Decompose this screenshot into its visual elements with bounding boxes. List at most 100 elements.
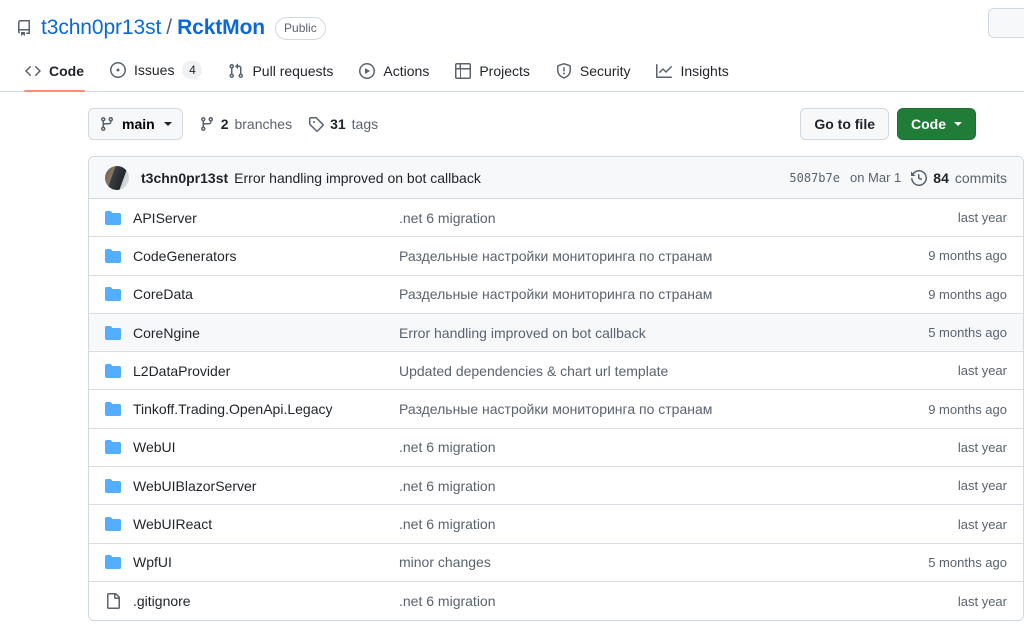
file-name-link[interactable]: WebUIReact [133, 516, 399, 532]
file-commit-message[interactable]: .net 6 migration [399, 516, 958, 532]
file-name-link[interactable]: CodeGenerators [133, 248, 399, 264]
commit-message[interactable]: Error handling improved on bot callback [234, 170, 481, 186]
file-commit-message[interactable]: minor changes [399, 554, 928, 570]
commit-sha[interactable]: 5087b7e [789, 171, 840, 185]
table-icon [455, 63, 472, 79]
repo-content: main 2 branches 31 tags Go to file Code … [0, 92, 1024, 622]
repo-owner-link[interactable]: t3chn0pr13st [41, 16, 161, 40]
commits-label: commits [954, 169, 1007, 186]
tab-actions[interactable]: Actions [350, 56, 438, 91]
table-row[interactable]: WebUIReact .net 6 migration last year [89, 505, 1023, 544]
shield-icon [556, 63, 572, 79]
folder-icon [105, 401, 121, 417]
branches-label: branches [234, 116, 293, 132]
latest-commit-bar: t3chn0pr13st Error handling improved on … [89, 157, 1023, 199]
file-toolbar: main 2 branches 31 tags Go to file Code [88, 108, 1024, 140]
play-icon [359, 63, 376, 79]
tags-count: 31 [330, 116, 346, 132]
file-commit-time: last year [957, 516, 1007, 532]
tab-label: Security [579, 63, 631, 79]
file-commit-time: 9 months ago [928, 248, 1007, 264]
git-branch-icon [99, 116, 115, 132]
chevron-down-icon [163, 122, 172, 126]
history-icon [911, 169, 928, 186]
table-row[interactable]: CoreData Раздельные настройки мониторинга… [89, 276, 1023, 314]
tags-link[interactable]: 31 tags [308, 116, 378, 132]
chevron-down-icon [954, 122, 962, 126]
tab-security[interactable]: Security [547, 56, 640, 91]
file-commit-message[interactable]: Раздельные настройки мониторинга по стра… [399, 401, 928, 417]
file-commit-time: last year [957, 593, 1007, 609]
table-row[interactable]: Tinkoff.Trading.OpenApi.Legacy Раздельные… [89, 390, 1023, 429]
file-commit-message[interactable]: .net 6 migration [399, 210, 958, 226]
tab-insights[interactable]: Insights [647, 56, 737, 91]
file-commit-message[interactable]: Раздельные настройки мониторинга по стра… [399, 286, 928, 302]
commit-date: on Mar 1 [849, 170, 902, 185]
file-commit-message[interactable]: .net 6 migration [399, 478, 958, 494]
table-row[interactable]: WebUIBlazorServer .net 6 migration last ye… [89, 467, 1023, 506]
watch-button[interactable] [988, 8, 1024, 38]
file-commit-time: last year [957, 439, 1007, 455]
tags-label: tags [351, 116, 379, 132]
file-name-link[interactable]: WpfUI [133, 554, 399, 570]
table-row[interactable]: APIServer .net 6 migration last year [89, 199, 1023, 238]
commit-author[interactable]: t3chn0pr13st [141, 170, 228, 186]
file-commit-message[interactable]: Раздельные настройки мониторинга по стра… [399, 248, 928, 264]
repo-meta-group: 2 branches 31 tags [199, 116, 378, 132]
file-name-link[interactable]: Tinkoff.Trading.OpenApi.Legacy [133, 401, 399, 417]
tag-icon [308, 116, 324, 132]
code-icon [25, 63, 41, 79]
repo-name-link[interactable]: RcktMon [177, 16, 265, 40]
folder-icon [105, 439, 121, 455]
folder-icon [105, 325, 121, 341]
graph-icon [656, 63, 673, 79]
branches-link[interactable]: 2 branches [199, 116, 292, 132]
file-commit-message[interactable]: Error handling improved on bot callback [399, 325, 928, 341]
git-branch-icon [199, 116, 215, 132]
tab-code[interactable]: Code [16, 56, 93, 92]
file-name-link[interactable]: WebUI [133, 439, 399, 455]
table-row[interactable]: WebUI .net 6 migration last year [89, 429, 1023, 468]
issues-count-badge: 4 [182, 61, 203, 79]
file-rows: APIServer .net 6 migration last year CodeGe… [89, 199, 1023, 620]
file-icon [105, 593, 121, 610]
file-commit-time: last year [957, 478, 1007, 494]
file-name-link[interactable]: CoreData [133, 286, 399, 302]
tab-pull-requests[interactable]: Pull requests [219, 56, 342, 91]
file-commit-message[interactable]: Updated dependencies & chart url templat… [399, 363, 958, 379]
file-name-link[interactable]: L2DataProvider [133, 363, 399, 379]
file-name-link[interactable]: WebUIBlazorServer [133, 478, 399, 494]
tab-projects[interactable]: Projects [446, 56, 539, 91]
commit-meta: 5087b7e on Mar 1 84 commits [789, 170, 1007, 186]
file-commit-time: 5 months ago [928, 554, 1007, 570]
avatar[interactable] [105, 165, 129, 190]
file-name-link[interactable]: CoreNgine [133, 325, 399, 341]
table-row[interactable]: CoreNgine Error handling improved on bot … [89, 313, 1023, 353]
repo-header: t3chn0pr13st / RcktMon Public [0, 0, 1024, 44]
header-actions [988, 8, 1024, 38]
file-commit-message[interactable]: .net 6 migration [399, 593, 958, 609]
file-commit-time: 5 months ago [928, 325, 1007, 341]
tab-label: Issues [134, 62, 175, 78]
repo-icon [16, 20, 32, 36]
folder-icon [105, 363, 121, 379]
tab-issues[interactable]: Issues 4 [101, 54, 211, 91]
file-name-link[interactable]: .gitignore [133, 593, 399, 609]
file-commit-time: last year [957, 210, 1007, 226]
folder-icon [105, 554, 121, 570]
file-commit-time: 9 months ago [928, 401, 1007, 417]
commits-history-link[interactable]: 84 commits [911, 170, 1007, 186]
file-commit-time: last year [957, 363, 1007, 379]
commits-count: 84 [933, 169, 949, 186]
tab-label: Projects [479, 63, 530, 79]
file-name-link[interactable]: APIServer [133, 210, 399, 226]
table-row[interactable]: .gitignore .net 6 migration last year [89, 582, 1023, 620]
branch-selector-button[interactable]: main [88, 108, 183, 140]
table-row[interactable]: CodeGenerators Раздельные настройки монит… [89, 237, 1023, 276]
code-download-button[interactable]: Code [897, 108, 976, 140]
go-to-file-button[interactable]: Go to file [800, 108, 889, 140]
table-row[interactable]: L2DataProvider Updated dependencies & cha… [89, 352, 1023, 391]
table-row[interactable]: WpfUI minor changes 5 months ago [89, 544, 1023, 582]
file-list-container: t3chn0pr13st Error handling improved on … [88, 156, 1024, 622]
file-commit-message[interactable]: .net 6 migration [399, 439, 958, 455]
